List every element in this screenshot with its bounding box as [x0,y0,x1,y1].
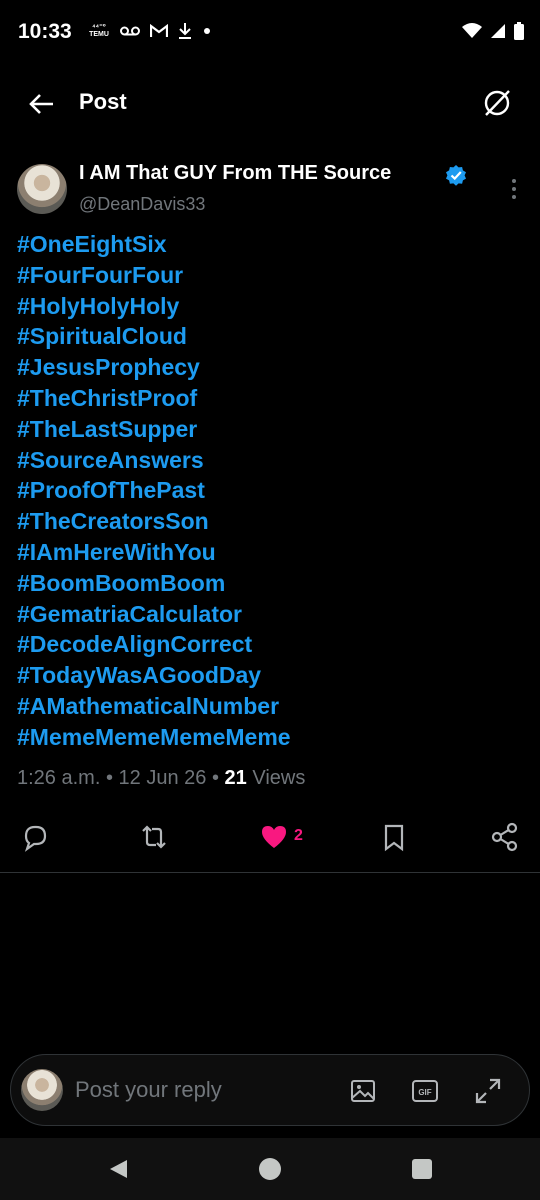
hashtag-link[interactable]: #TheLastSupper [17,414,517,445]
back-triangle-icon[interactable] [107,1157,131,1181]
meta-separator: • [211,767,219,789]
hashtag-link[interactable]: #HolyHolyHoly [17,291,517,322]
notification-icons: ⁴⁴⁼⁰ TEMU [88,22,212,40]
gmail-icon [150,24,168,37]
verified-badge-icon [446,165,466,186]
heart-filled-icon[interactable] [259,822,289,852]
post-author: I AM That GUY From THE Source @DeanDavis… [0,160,540,220]
hashtag-link[interactable]: #GematriaCalculator [17,599,517,630]
app-header: Post [0,72,540,136]
hashtag-link[interactable]: #ProofOfThePast [17,475,517,506]
author-name[interactable]: I AM That GUY From THE Source [79,162,391,185]
avatar[interactable] [17,164,67,214]
repost-icon[interactable] [139,822,169,852]
hashtag-link[interactable]: #JesusProphecy [17,352,517,383]
meta-separator: • [105,767,113,789]
post-date: 12 Jun 26 [118,767,207,789]
hashtag-link[interactable]: #DecodeAlignCorrect [17,629,517,660]
arrow-left-icon[interactable] [26,88,58,120]
views-label: Views [252,767,306,789]
reply-input[interactable]: Post your reply [75,1077,222,1103]
grok-icon[interactable] [482,88,512,118]
hashtag-link[interactable]: #TodayWasAGoodDay [17,660,517,691]
temu-icon: ⁴⁴⁼⁰ TEMU [89,24,109,38]
hashtag-link[interactable]: #TheCreatorsSon [17,506,517,537]
svg-text:GIF: GIF [418,1088,431,1097]
status-time: 10:33 [18,20,72,43]
home-circle-icon[interactable] [258,1157,282,1181]
reply-composer[interactable]: Post your reply GIF [10,1054,530,1126]
gif-icon[interactable]: GIF [411,1077,439,1105]
share-icon[interactable] [490,822,520,852]
hashtag-link[interactable]: #SpiritualCloud [17,321,517,352]
hashtag-link[interactable]: #BoomBoomBoom [17,568,517,599]
system-nav-bar [0,1138,540,1200]
author-handle[interactable]: @DeanDavis33 [79,194,205,215]
page-title: Post [79,89,127,114]
signal-icon [491,24,505,38]
wifi-icon [462,23,482,38]
bookmark-icon[interactable] [379,822,409,852]
like-count[interactable]: 2 [294,827,303,845]
hashtag-link[interactable]: #IAmHereWithYou [17,537,517,568]
post-text: #OneEightSix #FourFourFour #HolyHolyHoly… [17,229,517,753]
post-time: 1:26 a.m. [17,767,101,789]
system-icons [462,22,524,40]
battery-icon [514,22,524,40]
post-meta: 1:26 a.m. • 12 Jun 26 • 21 Views [17,767,305,790]
divider [0,872,540,873]
hashtag-link[interactable]: #FourFourFour [17,260,517,291]
hashtag-link[interactable]: #OneEightSix [17,229,517,260]
image-icon[interactable] [349,1077,377,1105]
more-options-icon[interactable] [510,178,518,200]
expand-icon[interactable] [474,1077,502,1105]
download-icon [179,23,191,39]
views-count[interactable]: 21 [225,767,247,789]
avatar [21,1069,63,1111]
screen: 10:33 ⁴⁴⁼⁰ TEMU Post I AM That GUY From … [0,0,540,1200]
hashtag-link[interactable]: #TheChristProof [17,383,517,414]
reply-icon[interactable] [20,822,50,852]
hashtag-link[interactable]: #AMathematicalNumber [17,691,517,722]
voicemail-icon [120,26,140,36]
hashtag-link[interactable]: #MemeMemeMemeMeme [17,722,517,753]
status-bar: 10:33 ⁴⁴⁼⁰ TEMU [0,0,540,64]
hashtag-link[interactable]: #SourceAnswers [17,445,517,476]
recents-square-icon[interactable] [410,1157,434,1181]
post-actions: 2 [0,818,540,858]
dot-icon [204,28,210,34]
